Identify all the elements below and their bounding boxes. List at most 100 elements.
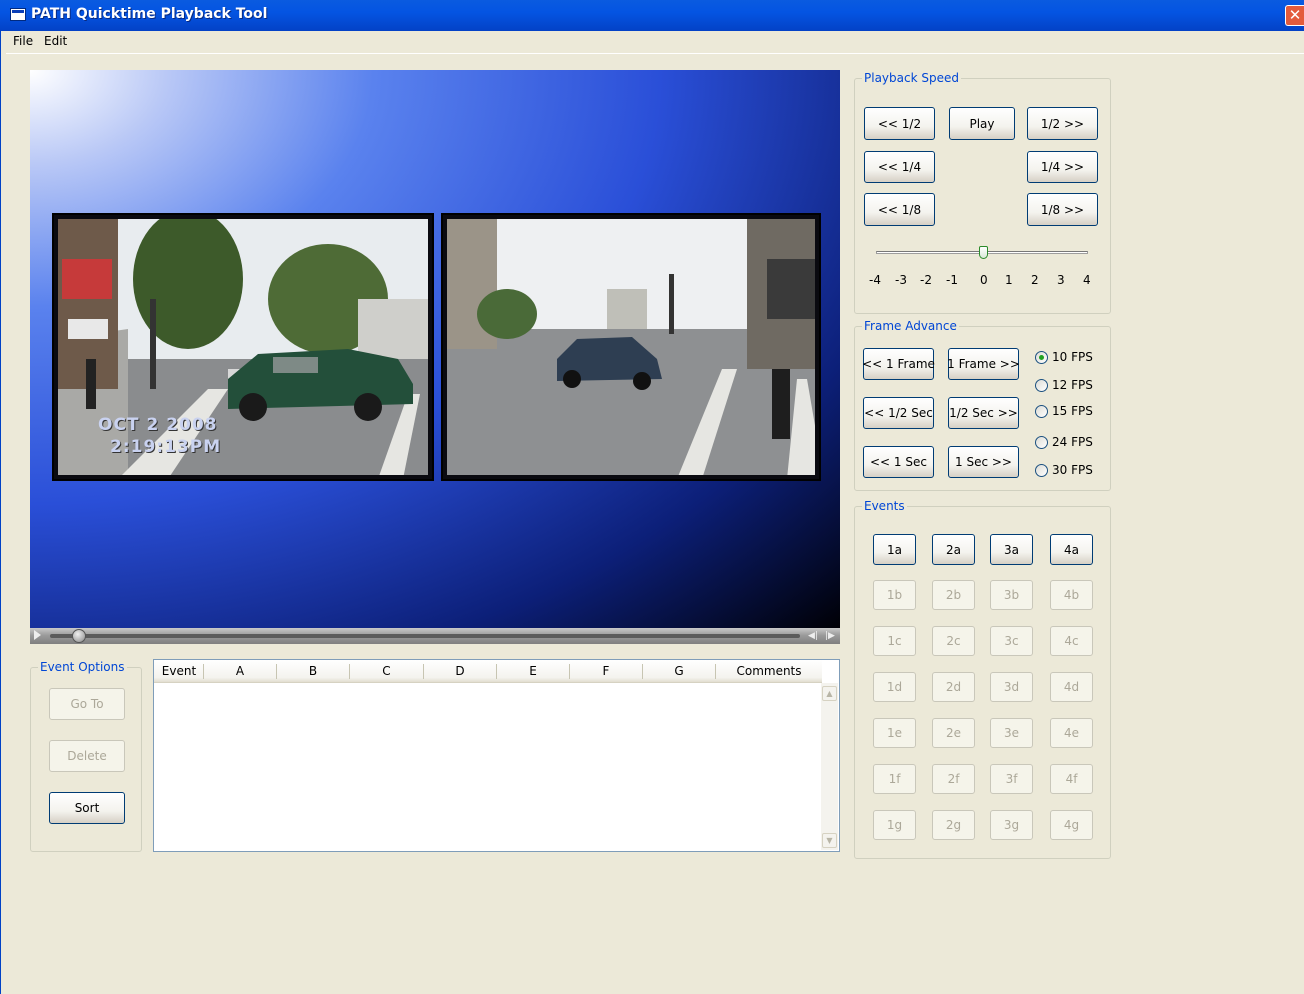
event-button-4e[interactable]: 4e — [1050, 718, 1093, 748]
frame-advance-legend: Frame Advance — [862, 319, 959, 333]
event-button-3a[interactable]: 3a — [990, 534, 1033, 565]
event-button-3b[interactable]: 3b — [990, 580, 1033, 610]
fps-15-radio[interactable] — [1035, 405, 1048, 418]
column-header-e[interactable]: E — [497, 664, 569, 678]
event-button-3g[interactable]: 3g — [990, 810, 1033, 840]
goto-button[interactable]: Go To — [49, 688, 125, 720]
event-list[interactable] — [153, 659, 840, 852]
event-button-4b[interactable]: 4b — [1050, 580, 1093, 610]
column-header-comments[interactable]: Comments — [716, 664, 822, 678]
event-button-1d[interactable]: 1d — [873, 672, 916, 702]
event-button-4f[interactable]: 4f — [1050, 764, 1093, 794]
close-icon: ✕ — [1288, 6, 1302, 24]
speed-tick-label: -4 — [869, 273, 881, 287]
play-button[interactable]: Play — [949, 107, 1015, 140]
fwd-one-frame-button[interactable]: 1 Frame >> — [947, 348, 1020, 380]
fwd-one-sec-button[interactable]: 1 Sec >> — [948, 446, 1019, 478]
menu-bar — [0, 31, 1304, 54]
step-back-icon[interactable]: ◀| — [808, 631, 818, 641]
fps-15-label[interactable]: 15 FPS — [1052, 404, 1093, 418]
fps-30-radio[interactable] — [1035, 464, 1048, 477]
event-button-2f[interactable]: 2f — [932, 764, 975, 794]
event-button-4g[interactable]: 4g — [1050, 810, 1093, 840]
fps-12-label[interactable]: 12 FPS — [1052, 378, 1093, 392]
back-half-sec-button[interactable]: << 1/2 Sec — [863, 397, 934, 429]
app-window-icon — [10, 8, 26, 21]
close-button[interactable]: ✕ — [1285, 5, 1304, 26]
fps-30-label[interactable]: 30 FPS — [1052, 463, 1093, 477]
event-options-legend: Event Options — [38, 660, 127, 674]
camera-view-right — [441, 213, 821, 481]
event-button-2b[interactable]: 2b — [932, 580, 975, 610]
speed-fwd-eighth-button[interactable]: 1/8 >> — [1027, 193, 1098, 226]
speed-tick-label: -3 — [895, 273, 907, 287]
event-button-2c[interactable]: 2c — [932, 626, 975, 656]
scroll-up-icon[interactable]: ▲ — [822, 686, 837, 701]
street-scene-right — [447, 219, 815, 475]
video-player[interactable]: OCT 2 2008 2:19:13PM — [30, 70, 840, 628]
menu-edit[interactable]: Edit — [44, 34, 67, 48]
window-title: PATH Quicktime Playback Tool — [31, 6, 268, 22]
speed-tick-label: -1 — [946, 273, 958, 287]
speed-fwd-half-button[interactable]: 1/2 >> — [1027, 107, 1098, 140]
event-button-3c[interactable]: 3c — [990, 626, 1033, 656]
sort-button[interactable]: Sort — [49, 792, 125, 824]
scroll-down-icon[interactable]: ▼ — [822, 833, 837, 848]
event-button-2g[interactable]: 2g — [932, 810, 975, 840]
column-header-b[interactable]: B — [277, 664, 349, 678]
video-overlay-date: OCT 2 2008 — [98, 415, 218, 435]
event-button-1g[interactable]: 1g — [873, 810, 916, 840]
event-button-2a[interactable]: 2a — [932, 534, 975, 565]
event-button-3e[interactable]: 3e — [990, 718, 1033, 748]
column-header-a[interactable]: A — [204, 664, 276, 678]
column-header-c[interactable]: C — [350, 664, 423, 678]
speed-tick-label: 2 — [1031, 273, 1039, 287]
column-header-g[interactable]: G — [643, 664, 715, 678]
speed-fwd-quarter-button[interactable]: 1/4 >> — [1027, 151, 1098, 183]
event-button-2d[interactable]: 2d — [932, 672, 975, 702]
back-one-frame-button[interactable]: << 1 Frame — [862, 348, 935, 380]
event-button-4d[interactable]: 4d — [1050, 672, 1093, 702]
window-frame-left — [0, 31, 6, 994]
scrub-thumb[interactable] — [72, 629, 86, 643]
event-button-3d[interactable]: 3d — [990, 672, 1033, 702]
column-header-f[interactable]: F — [570, 664, 642, 678]
event-button-1c[interactable]: 1c — [873, 626, 916, 656]
events-legend: Events — [862, 499, 907, 513]
speed-tick-label: 4 — [1083, 273, 1091, 287]
menu-file[interactable]: File — [13, 34, 33, 48]
speed-tick-label: 0 — [980, 273, 988, 287]
speed-slider-thumb[interactable] — [979, 246, 988, 259]
fwd-half-sec-button[interactable]: 1/2 Sec >> — [948, 397, 1019, 429]
video-overlay-time: 2:19:13PM — [110, 437, 222, 457]
playback-speed-legend: Playback Speed — [862, 71, 961, 85]
speed-tick-label: -2 — [920, 273, 932, 287]
event-button-1a[interactable]: 1a — [873, 534, 916, 565]
fps-10-label[interactable]: 10 FPS — [1052, 350, 1093, 364]
fps-12-radio[interactable] — [1035, 379, 1048, 392]
event-button-4a[interactable]: 4a — [1050, 534, 1093, 565]
speed-tick-label: 1 — [1005, 273, 1013, 287]
scrub-track[interactable] — [50, 634, 800, 638]
play-icon[interactable] — [34, 630, 41, 640]
event-button-3f[interactable]: 3f — [990, 764, 1033, 794]
fps-24-radio[interactable] — [1035, 436, 1048, 449]
step-forward-icon[interactable]: |▶ — [825, 631, 835, 641]
camera-view-left: OCT 2 2008 2:19:13PM — [52, 213, 434, 481]
delete-button[interactable]: Delete — [49, 740, 125, 772]
fps-24-label[interactable]: 24 FPS — [1052, 435, 1093, 449]
back-one-sec-button[interactable]: << 1 Sec — [863, 446, 934, 478]
event-button-4c[interactable]: 4c — [1050, 626, 1093, 656]
event-list-scrollbar[interactable] — [821, 683, 838, 850]
speed-tick-label: 3 — [1057, 273, 1065, 287]
speed-back-quarter-button[interactable]: << 1/4 — [864, 151, 935, 183]
column-header-d[interactable]: D — [424, 664, 496, 678]
speed-back-eighth-button[interactable]: << 1/8 — [864, 193, 935, 226]
speed-back-half-button[interactable]: << 1/2 — [864, 107, 935, 140]
event-button-1f[interactable]: 1f — [873, 764, 916, 794]
column-header-event[interactable]: Event — [156, 664, 202, 678]
event-button-1e[interactable]: 1e — [873, 718, 916, 748]
event-button-2e[interactable]: 2e — [932, 718, 975, 748]
fps-10-radio[interactable] — [1035, 351, 1048, 364]
event-button-1b[interactable]: 1b — [873, 580, 916, 610]
